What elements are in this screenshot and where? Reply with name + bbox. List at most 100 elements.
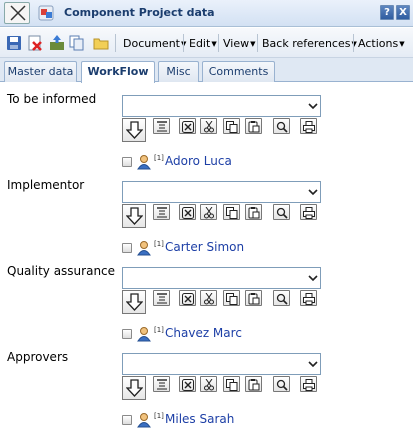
menu-actions[interactable]: Actions▼ xyxy=(358,37,405,50)
chevron-down-icon: ▼ xyxy=(399,40,405,48)
toolbar-separator xyxy=(115,34,116,52)
toolbar: Document▼ Edit▼ View▼ Back references▼ A… xyxy=(0,28,413,58)
tab-misc[interactable]: Misc xyxy=(158,61,199,82)
person-name-link[interactable]: Adoro Luca xyxy=(165,154,232,168)
person-icon xyxy=(137,413,151,428)
paste-button[interactable] xyxy=(245,376,262,392)
copy-button[interactable] xyxy=(223,290,240,306)
print-button[interactable] xyxy=(300,204,317,220)
add-person-button[interactable] xyxy=(122,290,146,314)
menu-document[interactable]: Document▼ xyxy=(123,37,186,50)
close-window-button[interactable] xyxy=(4,2,30,24)
cut-button[interactable] xyxy=(200,376,217,392)
export-icon[interactable] xyxy=(49,35,65,51)
add-person-button[interactable] xyxy=(122,204,146,228)
tab-comments[interactable]: Comments xyxy=(202,61,275,82)
add-down-icon xyxy=(126,121,143,139)
person-entry: [1] Adoro Luca xyxy=(122,154,322,170)
toolbar-separator xyxy=(353,34,354,52)
tab-bar: Master data WorkFlow Misc Comments xyxy=(0,58,413,83)
align-top-button[interactable] xyxy=(153,118,170,134)
copy-document-icon[interactable] xyxy=(69,35,85,51)
chevron-down-icon: ▼ xyxy=(250,40,256,48)
align-top-button[interactable] xyxy=(153,376,170,392)
window-close-button[interactable]: X xyxy=(396,5,410,20)
person-name-link[interactable]: Miles Sarah xyxy=(165,412,234,426)
cut-button[interactable] xyxy=(200,204,217,220)
delete-button[interactable] xyxy=(179,118,196,134)
role-label: Quality assurance xyxy=(7,264,116,278)
copy-button[interactable] xyxy=(223,118,240,134)
menu-actions-label: Actions xyxy=(358,37,399,50)
role-label: To be informed xyxy=(7,92,97,106)
person-checkbox[interactable] xyxy=(122,243,132,253)
role-select[interactable] xyxy=(122,181,321,203)
folder-icon[interactable] xyxy=(93,35,109,51)
delete-button[interactable] xyxy=(179,204,196,220)
search-button[interactable] xyxy=(273,118,290,134)
help-button[interactable]: ? xyxy=(380,5,394,20)
print-button[interactable] xyxy=(300,118,317,134)
print-button[interactable] xyxy=(300,290,317,306)
person-icon xyxy=(137,327,151,342)
chevron-down-icon xyxy=(308,361,318,368)
copy-button[interactable] xyxy=(223,376,240,392)
paste-button[interactable] xyxy=(245,204,262,220)
role-select[interactable] xyxy=(122,267,321,289)
cut-button[interactable] xyxy=(200,118,217,134)
paste-button[interactable] xyxy=(245,290,262,306)
toolbar-separator xyxy=(257,34,258,52)
person-index: [1] xyxy=(154,240,164,248)
person-entry: [1] Miles Sarah xyxy=(122,412,322,428)
role-label: Implementor xyxy=(7,178,85,192)
menu-edit[interactable]: Edit▼ xyxy=(189,37,217,50)
chevron-down-icon xyxy=(308,189,318,196)
component-app-icon xyxy=(38,5,54,21)
menu-back-references-label: Back references xyxy=(262,37,351,50)
tab-master-data[interactable]: Master data xyxy=(4,61,77,82)
copy-button[interactable] xyxy=(223,204,240,220)
person-index: [1] xyxy=(154,326,164,334)
role-select[interactable] xyxy=(122,353,321,375)
search-button[interactable] xyxy=(273,376,290,392)
person-entry: [1] Carter Simon xyxy=(122,240,322,256)
chevron-down-icon: ▼ xyxy=(211,40,217,48)
person-name-link[interactable]: Carter Simon xyxy=(165,240,244,254)
person-checkbox[interactable] xyxy=(122,329,132,339)
role-select[interactable] xyxy=(122,95,321,117)
delete-document-icon[interactable] xyxy=(27,35,43,51)
menu-edit-label: Edit xyxy=(189,37,211,50)
menu-view-label: View xyxy=(223,37,250,50)
menu-view[interactable]: View▼ xyxy=(223,37,256,50)
person-checkbox[interactable] xyxy=(122,157,132,167)
save-icon[interactable] xyxy=(6,35,22,51)
select-dropdown-toggle[interactable] xyxy=(304,268,320,288)
menu-document-label: Document xyxy=(123,37,180,50)
window-title: Component Project data xyxy=(64,6,215,19)
cut-button[interactable] xyxy=(200,290,217,306)
delete-button[interactable] xyxy=(179,376,196,392)
person-icon xyxy=(137,241,151,256)
search-button[interactable] xyxy=(273,290,290,306)
print-button[interactable] xyxy=(300,376,317,392)
chevron-down-icon xyxy=(308,103,318,110)
person-entry: [1] Chavez Marc xyxy=(122,326,322,342)
select-dropdown-toggle[interactable] xyxy=(304,354,320,374)
tab-workflow[interactable]: WorkFlow xyxy=(81,61,155,83)
select-dropdown-toggle[interactable] xyxy=(304,182,320,202)
person-checkbox[interactable] xyxy=(122,415,132,425)
add-down-icon xyxy=(126,207,143,225)
person-name-link[interactable]: Chavez Marc xyxy=(165,326,242,340)
add-person-button[interactable] xyxy=(122,118,146,142)
delete-button[interactable] xyxy=(179,290,196,306)
person-icon xyxy=(137,155,151,170)
select-dropdown-toggle[interactable] xyxy=(304,96,320,116)
paste-button[interactable] xyxy=(245,118,262,134)
search-button[interactable] xyxy=(273,204,290,220)
add-down-icon xyxy=(126,293,143,311)
menu-back-references[interactable]: Back references▼ xyxy=(262,37,357,50)
person-index: [1] xyxy=(154,412,164,420)
add-person-button[interactable] xyxy=(122,376,146,400)
align-top-button[interactable] xyxy=(153,204,170,220)
align-top-button[interactable] xyxy=(153,290,170,306)
